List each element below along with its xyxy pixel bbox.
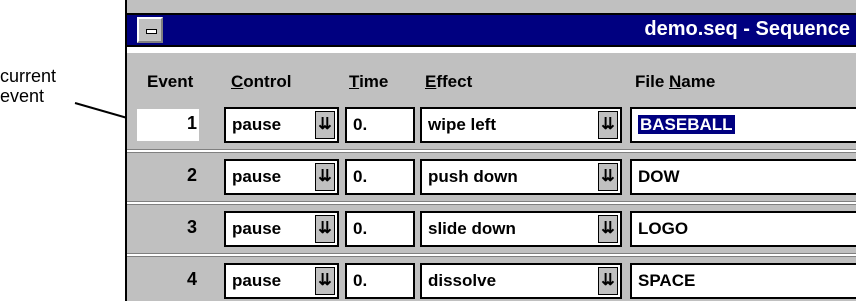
effect-value: dissolve bbox=[428, 271, 497, 290]
system-menu-icon[interactable] bbox=[137, 17, 163, 43]
dropdown-arrow-icon[interactable]: ⇊ bbox=[598, 215, 618, 243]
time-input[interactable]: 0. bbox=[345, 159, 415, 195]
row-divider bbox=[127, 201, 856, 205]
effect-select[interactable]: slide down ⇊ bbox=[420, 211, 622, 247]
filename-input[interactable]: SPACE bbox=[630, 263, 856, 299]
control-select[interactable]: pause ⇊ bbox=[224, 107, 339, 143]
column-header-time: Time bbox=[349, 72, 389, 91]
column-header-filename: File Name bbox=[635, 72, 716, 91]
column-header-control: Control bbox=[231, 72, 292, 91]
table-row: 4 pause ⇊ 0. dissolve ⇊ SPACE bbox=[127, 259, 856, 301]
table-row: 3 pause ⇊ 0. slide down ⇊ LOGO bbox=[127, 207, 856, 253]
control-value: pause bbox=[232, 115, 282, 134]
control-select[interactable]: pause ⇊ bbox=[224, 211, 339, 247]
control-select[interactable]: pause ⇊ bbox=[224, 263, 339, 299]
event-number: 1 bbox=[186, 113, 197, 133]
title-bar: demo.seq - Sequence bbox=[127, 13, 856, 47]
window-title: demo.seq - Sequence bbox=[644, 18, 850, 40]
effect-value: wipe left bbox=[428, 115, 497, 134]
table-row: 1 pause ⇊ 0. wipe left ⇊ BASEBALL bbox=[127, 103, 856, 149]
control-value: pause bbox=[232, 271, 282, 290]
dropdown-arrow-icon[interactable]: ⇊ bbox=[315, 163, 335, 191]
effect-value: slide down bbox=[428, 219, 516, 238]
effect-select[interactable]: push down ⇊ bbox=[420, 159, 622, 195]
filename-input[interactable]: DOW bbox=[630, 159, 856, 195]
dropdown-arrow-icon[interactable]: ⇊ bbox=[315, 111, 335, 139]
dropdown-arrow-icon[interactable]: ⇊ bbox=[598, 111, 618, 139]
time-input[interactable]: 0. bbox=[345, 107, 415, 143]
event-number: 3 bbox=[186, 217, 197, 237]
control-select[interactable]: pause ⇊ bbox=[224, 159, 339, 195]
effect-select[interactable]: wipe left ⇊ bbox=[420, 107, 622, 143]
row-divider bbox=[127, 149, 856, 153]
control-value: pause bbox=[232, 219, 282, 238]
filename-selected-text: BASEBALL bbox=[638, 115, 735, 134]
title-divider bbox=[127, 47, 856, 53]
callout-line2: event bbox=[0, 86, 45, 106]
column-header-event: Event bbox=[147, 72, 194, 91]
effect-select[interactable]: dissolve ⇊ bbox=[420, 263, 622, 299]
dropdown-arrow-icon[interactable]: ⇊ bbox=[598, 163, 618, 191]
dropdown-arrow-icon[interactable]: ⇊ bbox=[315, 215, 335, 243]
event-number: 2 bbox=[186, 165, 197, 185]
dropdown-arrow-icon[interactable]: ⇊ bbox=[315, 267, 335, 295]
table-row: 2 pause ⇊ 0. push down ⇊ DOW bbox=[127, 155, 856, 201]
time-input[interactable]: 0. bbox=[345, 211, 415, 247]
column-header-effect: Effect bbox=[425, 72, 473, 91]
sequence-window: demo.seq - Sequence Event Control Time E… bbox=[125, 0, 856, 301]
current-event-callout: current event bbox=[0, 66, 56, 106]
filename-input[interactable]: BASEBALL bbox=[630, 107, 856, 143]
event-number: 4 bbox=[186, 269, 197, 289]
filename-input[interactable]: LOGO bbox=[630, 211, 856, 247]
row-divider bbox=[127, 253, 856, 257]
time-input[interactable]: 0. bbox=[345, 263, 415, 299]
control-value: pause bbox=[232, 167, 282, 186]
dropdown-arrow-icon[interactable]: ⇊ bbox=[598, 267, 618, 295]
effect-value: push down bbox=[428, 167, 518, 186]
callout-line1: current bbox=[0, 66, 57, 86]
